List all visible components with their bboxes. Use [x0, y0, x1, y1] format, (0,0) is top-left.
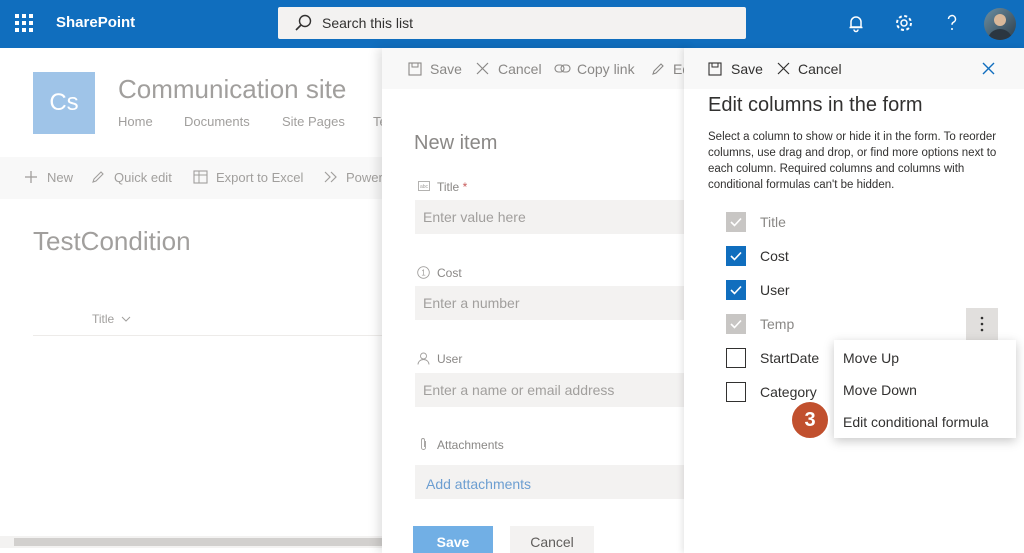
new-item-panel: Save Cancel Copy link Ed New item abc Ti…	[382, 48, 692, 553]
menu-item-edit-conditional-formula[interactable]: Edit conditional formula	[843, 414, 989, 430]
site-logo[interactable]: Cs	[33, 72, 95, 134]
menu-item-move-up[interactable]: Move Up	[843, 350, 899, 366]
search-icon	[295, 14, 312, 31]
column-label: Category	[760, 384, 817, 400]
site-title: Communication site	[118, 74, 347, 104]
column-context-menu: Move Up Move Down Edit conditional formu…	[834, 340, 1016, 438]
power-automate-icon	[324, 171, 337, 183]
export-excel-button[interactable]: Export to Excel	[216, 170, 303, 185]
person-icon	[417, 352, 430, 365]
suite-bar: SharePoint Search this list	[0, 0, 1024, 48]
save-icon	[708, 62, 722, 76]
power-button[interactable]: Power	[346, 170, 383, 185]
pencil-icon	[652, 63, 664, 75]
app-name[interactable]: SharePoint	[56, 14, 135, 31]
new-item-cancel-button[interactable]: Cancel	[510, 526, 594, 553]
edit-columns-cancel-command[interactable]: Cancel	[798, 61, 842, 77]
step-number-badge: 3	[790, 400, 830, 440]
new-item-save-button[interactable]: Save	[413, 526, 493, 553]
text-field-icon: abc	[418, 181, 430, 191]
checkmark-icon	[730, 251, 742, 261]
checkbox-checked[interactable]	[726, 280, 746, 300]
new-button[interactable]: New	[47, 170, 73, 185]
plus-icon	[25, 171, 37, 183]
close-icon[interactable]	[982, 62, 995, 75]
checkmark-icon	[730, 217, 742, 227]
pencil-icon	[92, 171, 104, 183]
column-label: Cost	[760, 248, 789, 264]
checkmark-icon	[730, 319, 742, 329]
gear-icon[interactable]	[893, 12, 915, 34]
link-icon	[554, 64, 571, 73]
edit-columns-description: Select a column to show or hide it in th…	[708, 131, 997, 191]
column-label: Title	[760, 214, 786, 230]
column-label: User	[760, 282, 790, 298]
search-placeholder: Search this list	[322, 15, 414, 31]
new-item-heading: New item	[414, 132, 498, 154]
chevron-down-icon	[121, 316, 130, 322]
edit-columns-heading: Edit columns in the form	[708, 94, 923, 116]
more-vertical-icon	[980, 316, 984, 332]
cancel-icon	[777, 62, 790, 75]
title-input[interactable]: Enter value here	[415, 200, 692, 234]
site-nav-documents[interactable]: Documents	[184, 114, 250, 129]
user-placeholder: Enter a name or email address	[423, 382, 615, 398]
field-label-user: User	[437, 352, 463, 366]
cancel-icon	[476, 62, 489, 75]
title-placeholder: Enter value here	[423, 209, 526, 225]
cost-input[interactable]: Enter a number	[415, 286, 692, 320]
field-label-title: Title *	[437, 180, 468, 194]
bell-icon[interactable]	[845, 12, 867, 34]
checkbox-unchecked[interactable]	[726, 382, 746, 402]
number-field-icon: 1	[417, 266, 430, 279]
checkbox-disabled	[726, 212, 746, 232]
column-header-title-label: Title	[92, 312, 115, 326]
search-input[interactable]: Search this list	[278, 7, 746, 39]
site-nav-home[interactable]: Home	[118, 114, 153, 129]
add-attachments-link[interactable]: Add attachments	[426, 476, 531, 492]
column-label: Temp	[760, 316, 795, 332]
cost-placeholder: Enter a number	[423, 295, 520, 311]
column-header-title[interactable]: Title	[92, 312, 131, 326]
checkbox-unchecked[interactable]	[726, 348, 746, 368]
copy-link-command[interactable]: Copy link	[577, 61, 635, 77]
paperclip-icon	[421, 438, 426, 450]
edit-columns-save-command[interactable]: Save	[731, 61, 763, 77]
user-input[interactable]: Enter a name or email address	[415, 373, 692, 407]
help-icon[interactable]	[941, 12, 963, 34]
quick-edit-button[interactable]: Quick edit	[114, 170, 172, 185]
field-label-cost: Cost	[437, 266, 462, 280]
scrollbar-thumb[interactable]	[14, 538, 384, 546]
field-label-attachments: Attachments	[437, 438, 504, 452]
save-icon	[408, 62, 422, 76]
column-label: StartDate	[760, 350, 820, 366]
checkmark-icon	[730, 285, 742, 295]
list-divider	[33, 335, 383, 336]
menu-item-move-down[interactable]: Move Down	[843, 382, 917, 398]
more-options-button[interactable]	[966, 308, 998, 340]
site-nav-site-pages[interactable]: Site Pages	[282, 114, 345, 129]
svg-text:abc: abc	[420, 184, 429, 190]
excel-icon	[193, 170, 208, 184]
new-item-save-command[interactable]: Save	[430, 61, 462, 77]
edit-columns-panel: Save Cancel Edit columns in the form Sel…	[684, 48, 1024, 553]
new-item-cancel-command[interactable]: Cancel	[498, 61, 542, 77]
checkbox-checked[interactable]	[726, 246, 746, 266]
waffle-icon[interactable]	[15, 14, 33, 32]
list-title: TestCondition	[33, 226, 191, 256]
avatar[interactable]	[984, 8, 1016, 40]
checkbox-disabled	[726, 314, 746, 334]
svg-text:1: 1	[421, 269, 426, 278]
